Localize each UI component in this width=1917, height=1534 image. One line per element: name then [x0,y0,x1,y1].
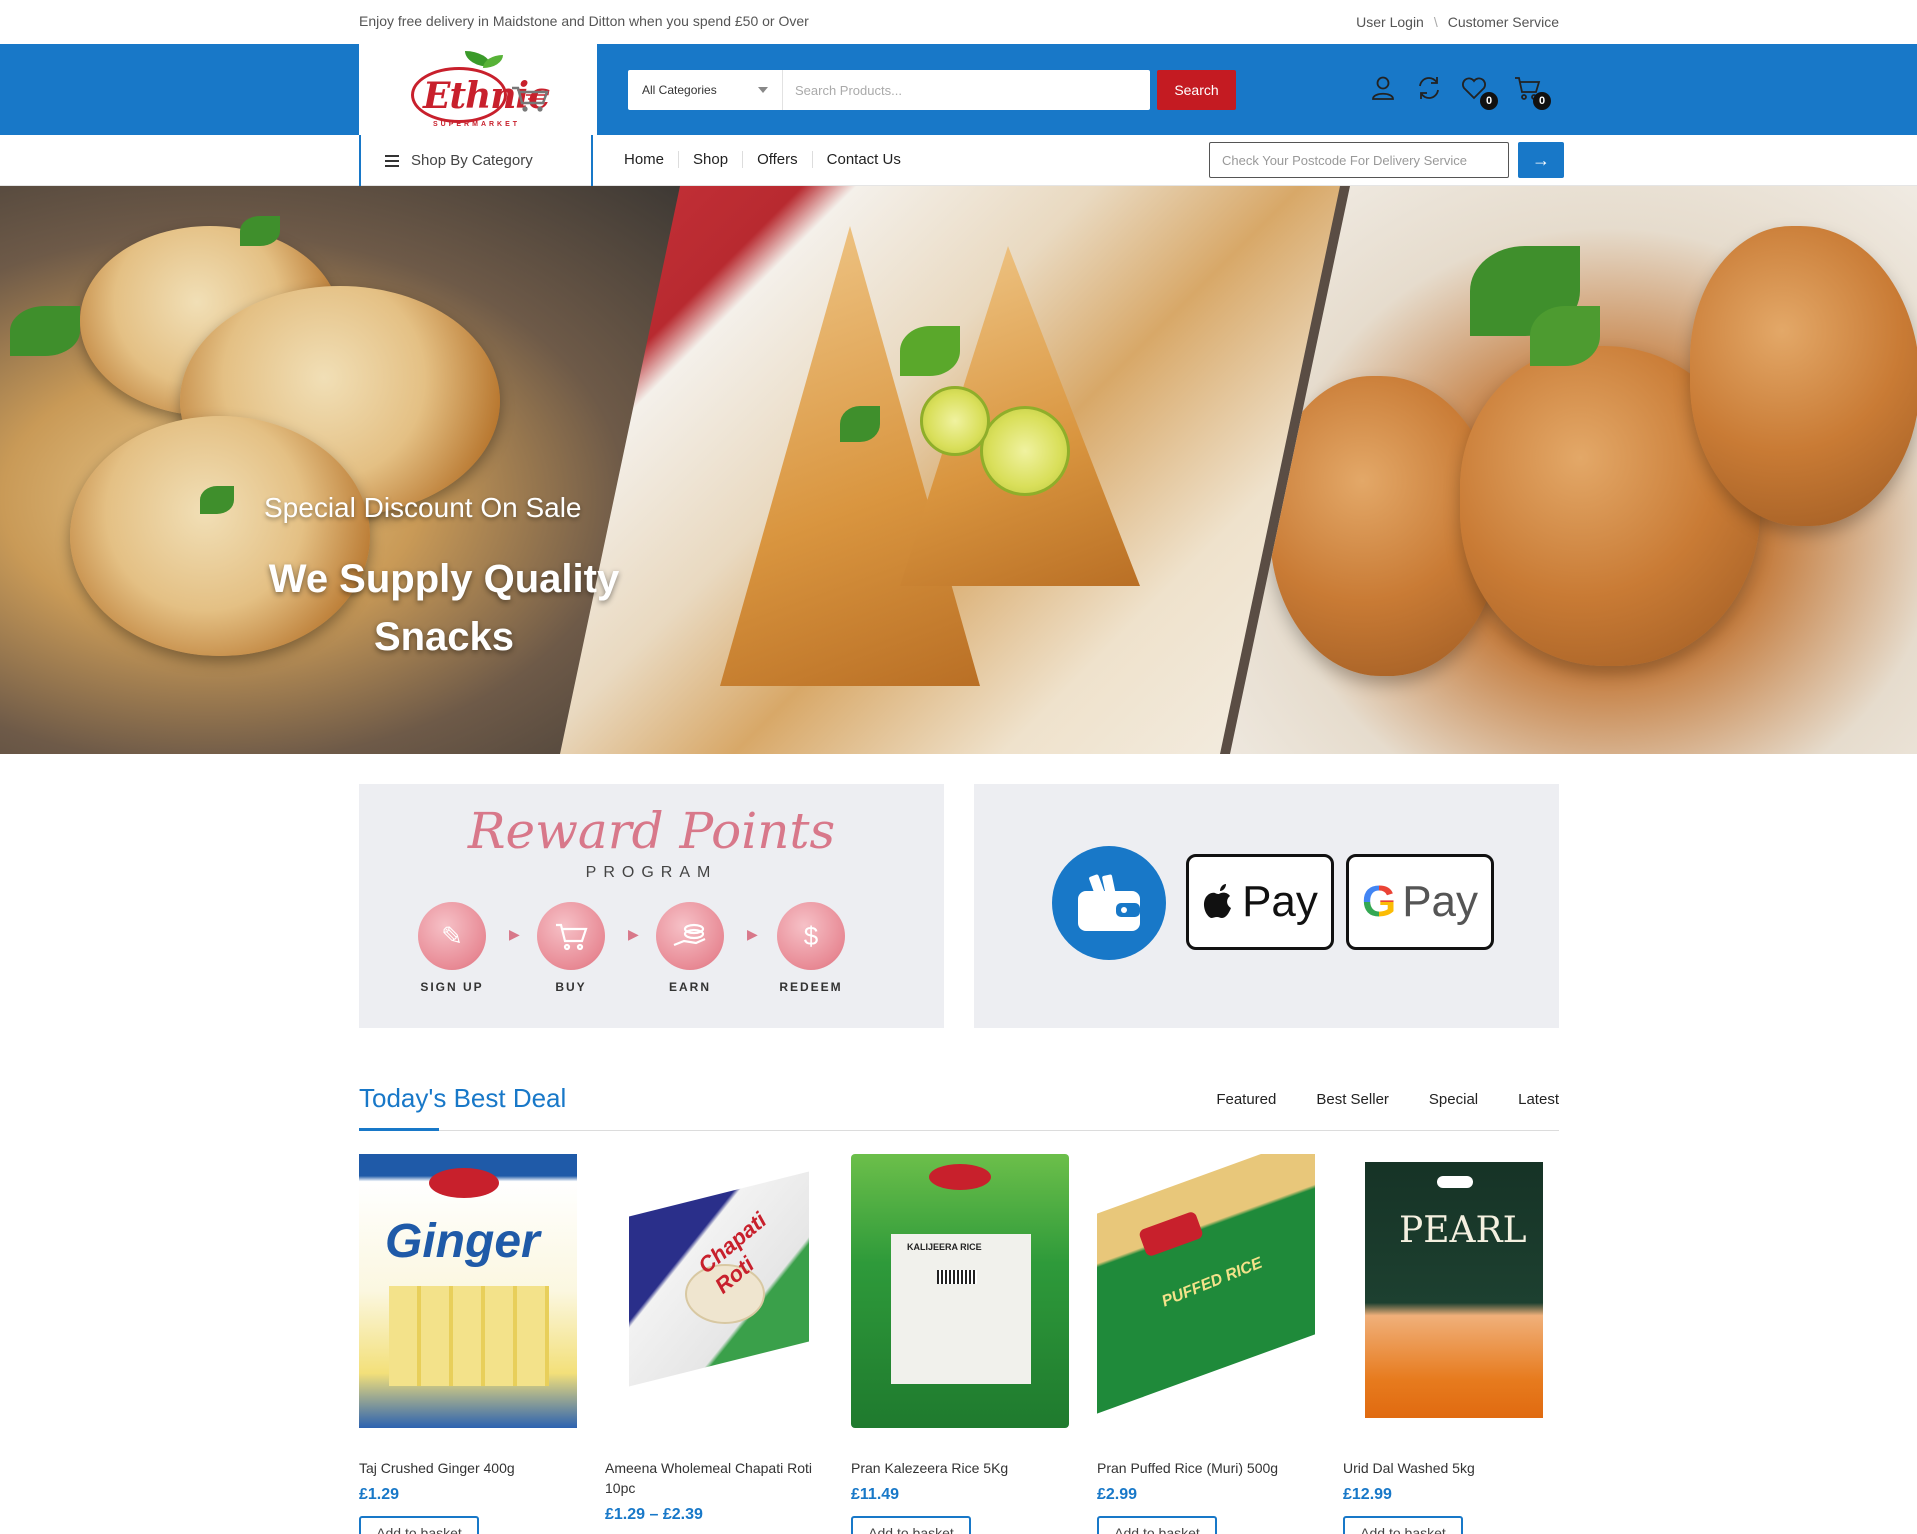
product-name[interactable]: Pran Kalezeera Rice 5Kg [851,1458,1071,1478]
reward-subtitle: PROGRAM [585,864,718,881]
search-input[interactable] [783,70,1150,110]
deals-title-underline [359,1128,439,1131]
product-price: £2.99 [1097,1486,1138,1503]
chevron-right-icon: ▶ [628,926,639,942]
tab-featured[interactable]: Featured [1216,1091,1276,1108]
logo[interactable]: Ethnic SUPERMARKET [359,44,597,135]
document-icon: ✎ [418,902,486,970]
reward-title: Reward Points [467,802,836,860]
top-bar: Enjoy free delivery in Maidstone and Dit… [0,0,1917,44]
chevron-down-icon [758,87,768,93]
reward-step-label: SIGN UP [420,980,484,994]
product-price: £11.49 [851,1486,900,1503]
search-button[interactable]: Search [1157,70,1236,110]
reward-step-label: EARN [668,980,711,994]
apple-pay-button[interactable]: Pay [1186,854,1334,950]
product-price: £1.29 – £2.39 [605,1506,703,1523]
nav-item-shop[interactable]: Shop [678,151,742,168]
top-links: User Login \ Customer Service [1356,14,1559,30]
add-to-basket-button[interactable]: Add to basket [1343,1516,1463,1534]
hand-coin-icon [656,902,724,970]
logo-leaf-icon [483,54,503,68]
account-icon[interactable] [1369,74,1399,104]
product-image[interactable]: PUFFED RICE [1097,1154,1315,1428]
tab-special[interactable]: Special [1429,1091,1478,1108]
product-card[interactable]: Ginger Taj Crushed Ginger 400g £1.29 Add… [359,1154,579,1534]
google-g-icon: G [1361,877,1397,926]
reward-step-sign-up: ✎ SIGN UP [404,902,500,994]
product-pack-text: Ginger [385,1215,540,1268]
product-name[interactable]: Taj Crushed Ginger 400g [359,1458,579,1478]
main-nav: Home Shop Offers Contact Us [624,151,915,168]
deals-divider [359,1130,1559,1131]
reward-step-redeem: $ REDEEM [763,902,859,994]
google-pay-button[interactable]: G Pay [1346,854,1494,950]
add-to-basket-button[interactable]: Add to basket [359,1516,479,1534]
basket-icon [537,902,605,970]
shop-by-category-label: Shop By Category [411,152,533,169]
deals-section-title: Today's Best Deal [359,1083,567,1113]
google-pay-label: Pay [1402,877,1479,926]
product-card[interactable]: Chapati Roti Ameena Wholemeal Chapati Ro… [605,1154,825,1534]
nav-item-home[interactable]: Home [624,151,678,168]
product-name[interactable]: Pran Puffed Rice (Muri) 500g [1097,1458,1317,1478]
reward-step-label: REDEEM [779,980,843,994]
postcode-input[interactable] [1209,142,1509,178]
tab-best-seller[interactable]: Best Seller [1316,1091,1389,1108]
hero-subtitle: Special Discount On Sale [264,492,582,523]
product-image[interactable]: Chapati Roti [605,1154,823,1428]
hero-image-koftas [1230,186,1917,754]
add-to-basket-button[interactable]: Add to basket [851,1516,971,1534]
product-image[interactable]: KALIJEERA RICE [851,1154,1069,1428]
deals-tabs: Featured Best Seller Special Latest [1216,1091,1559,1108]
shop-by-category-button[interactable]: Shop By Category [359,135,593,186]
nav-bar [0,135,1917,186]
delivery-promo-text: Enjoy free delivery in Maidstone and Dit… [359,13,809,29]
reward-step-buy: BUY [523,902,619,994]
top-links-separator: \ [1433,14,1438,30]
category-select[interactable]: All Categories [628,70,783,110]
chevron-right-icon: ▶ [509,926,520,942]
product-price: £1.29 [359,1486,400,1503]
product-price: £12.99 [1343,1486,1392,1503]
product-pack-text: KALIJEERA RICE [907,1242,982,1252]
apple-pay-label: Pay [1242,877,1318,926]
user-login-link[interactable]: User Login [1356,14,1424,30]
tab-latest[interactable]: Latest [1518,1091,1559,1108]
product-name[interactable]: Ameena Wholemeal Chapati Roti 10pc [605,1458,825,1498]
category-select-value: All Categories [642,83,717,97]
reward-step-earn: EARN [642,902,738,994]
customer-service-link[interactable]: Customer Service [1448,14,1559,30]
dollar-coin-icon: $ [777,902,845,970]
product-card[interactable]: KALIJEERA RICE Pran Kalezeera Rice 5Kg £… [851,1154,1071,1534]
wallet-icon [1052,846,1166,960]
menu-icon [385,154,399,167]
reward-step-label: BUY [555,980,587,994]
hero-image-samosas [560,186,1340,754]
search-bar: All Categories [628,70,1150,110]
nav-item-offers[interactable]: Offers [742,151,812,168]
cart-icon[interactable]: 0 [1513,74,1551,110]
compare-icon[interactable] [1415,74,1445,104]
hero-title: We Supply Quality Snacks [268,557,620,659]
logo-tagline: SUPERMARKET [433,120,521,128]
hero-banner[interactable]: Special Discount On Sale We Supply Quali… [0,186,1917,754]
product-card[interactable]: PUFFED RICE Pran Puffed Rice (Muri) 500g… [1097,1154,1317,1534]
payment-methods-banner[interactable]: Pay G Pay [974,784,1559,1028]
product-image[interactable]: PEARL [1343,1154,1561,1428]
apple-icon [1204,884,1232,918]
reward-points-banner[interactable]: Reward Points PROGRAM ✎ SIGN UP ▶ BUY ▶ … [359,784,944,1028]
postcode-submit-button[interactable]: → [1518,142,1564,178]
product-pack-text: PEARL [1399,1210,1527,1251]
chevron-right-icon: ▶ [747,926,758,942]
add-to-basket-button[interactable]: Add to basket [1097,1516,1217,1534]
logo-cart-icon [512,86,549,112]
wishlist-count-badge: 0 [1480,92,1498,110]
product-image[interactable]: Ginger [359,1154,577,1428]
nav-item-contact-us[interactable]: Contact Us [811,151,915,168]
cart-count-badge: 0 [1533,92,1551,110]
wishlist-icon[interactable]: 0 [1460,74,1498,110]
product-card[interactable]: PEARL Urid Dal Washed 5kg £12.99 Add to … [1343,1154,1563,1534]
product-name[interactable]: Urid Dal Washed 5kg [1343,1458,1563,1478]
